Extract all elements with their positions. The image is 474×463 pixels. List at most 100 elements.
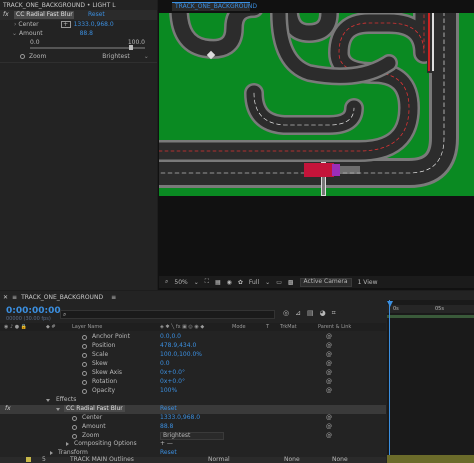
draft-3d-icon[interactable]: ◎ bbox=[283, 309, 289, 318]
stopwatch-icon[interactable] bbox=[82, 371, 87, 376]
effect-name[interactable]: CC Radial Fast Blur bbox=[64, 405, 125, 412]
menu-icon[interactable]: ≡ bbox=[111, 294, 116, 301]
stopwatch-icon[interactable] bbox=[72, 416, 77, 421]
search-input[interactable]: ⌕ bbox=[60, 310, 275, 319]
stopwatch-icon[interactable] bbox=[82, 344, 87, 349]
pickwhip-icon[interactable]: @ bbox=[326, 369, 332, 376]
chevron-down-icon[interactable]: ⌄ bbox=[12, 30, 17, 37]
property-row[interactable]: Rotation 0x+0.0° @ bbox=[0, 378, 386, 387]
transform-reset[interactable]: Reset bbox=[160, 449, 177, 456]
property-value[interactable]: 0x+0.0° bbox=[160, 369, 185, 376]
stopwatch-icon[interactable] bbox=[82, 389, 87, 394]
amount-slider-thumb[interactable] bbox=[128, 45, 133, 50]
layer-trkmat[interactable]: None bbox=[284, 456, 300, 463]
frame-blend-icon[interactable]: ▤ bbox=[307, 309, 314, 318]
effect-reset-link[interactable]: Reset bbox=[88, 11, 105, 18]
viewer-tab[interactable]: TRACK_ONE_BACKGROUND bbox=[172, 2, 257, 11]
property-row[interactable]: Skew 0.0 @ bbox=[0, 360, 386, 369]
pickwhip-icon[interactable]: @ bbox=[326, 414, 332, 421]
transparency-icon[interactable]: ▩ bbox=[288, 279, 294, 286]
pickwhip-icon[interactable]: @ bbox=[326, 333, 332, 340]
property-row[interactable]: Scale 100.0,100.0% @ bbox=[0, 351, 386, 360]
property-value[interactable]: 0.0 bbox=[160, 360, 170, 367]
property-value[interactable]: 100% bbox=[160, 387, 177, 394]
stopwatch-icon[interactable] bbox=[72, 434, 77, 439]
layer-name-col[interactable]: Layer Name bbox=[72, 324, 102, 331]
menu-icon[interactable]: ≡ bbox=[12, 294, 17, 301]
visibility-icon[interactable]: ◉ ♪ ● 🔒 bbox=[4, 324, 27, 331]
fit-icon[interactable]: ⛶ bbox=[205, 278, 209, 286]
work-area-bar[interactable] bbox=[387, 315, 474, 318]
chevron-down-icon[interactable]: ⌄ bbox=[144, 53, 149, 60]
motion-blur-icon[interactable]: ◕ bbox=[320, 309, 326, 318]
layer-bar[interactable] bbox=[387, 455, 474, 463]
amount-slider-track[interactable] bbox=[30, 45, 145, 50]
property-value[interactable]: 478.9,434.0 bbox=[160, 342, 196, 349]
property-row[interactable]: Position 478.9,434.0 @ bbox=[0, 342, 386, 351]
property-value[interactable]: 100.0,100.0% bbox=[160, 351, 202, 358]
zoom-level[interactable]: 50% bbox=[174, 279, 187, 286]
compositing-buttons[interactable]: + — bbox=[160, 440, 173, 447]
parent-col[interactable]: Parent & Link bbox=[318, 324, 351, 331]
pickwhip-icon[interactable]: @ bbox=[326, 378, 332, 385]
property-value[interactable]: 0.0,0.0 bbox=[160, 333, 181, 340]
compositing-row[interactable]: Compositing Options + — bbox=[0, 440, 386, 449]
camera-icon[interactable]: ◉ bbox=[227, 279, 232, 286]
pickwhip-icon[interactable]: @ bbox=[326, 351, 332, 358]
pickwhip-icon[interactable]: @ bbox=[326, 387, 332, 394]
grid-icon[interactable]: ▦ bbox=[215, 279, 221, 286]
playhead[interactable] bbox=[389, 300, 390, 463]
stopwatch-icon[interactable] bbox=[20, 54, 25, 59]
zoom-dropdown[interactable]: Brightest bbox=[102, 53, 129, 60]
color-icon[interactable]: ✿ bbox=[238, 279, 243, 286]
chevron-down-icon[interactable] bbox=[46, 399, 50, 402]
effects-group-row[interactable]: Effects bbox=[0, 396, 386, 405]
trkmat-col[interactable]: TrkMat bbox=[280, 324, 297, 331]
label-color[interactable] bbox=[26, 457, 31, 462]
center-value[interactable]: 1333.0,968.0 bbox=[74, 21, 114, 28]
chevron-down-icon[interactable] bbox=[56, 408, 60, 411]
effect-property-row[interactable]: Amount 88.8 @ bbox=[0, 423, 386, 432]
timecode-display[interactable]: 0:00:00:00 bbox=[6, 306, 61, 316]
effect-row[interactable]: fx CC Radial Fast Blur Reset bbox=[0, 405, 386, 414]
pickwhip-icon[interactable]: @ bbox=[326, 432, 332, 439]
mode-col[interactable]: Mode bbox=[232, 324, 246, 331]
property-row[interactable]: Opacity 100% @ bbox=[0, 387, 386, 396]
fx-icon[interactable]: fx bbox=[5, 405, 11, 412]
camera-dropdown[interactable]: Active Camera bbox=[299, 277, 352, 287]
effect-property-value[interactable]: 1333.0,968.0 bbox=[160, 414, 200, 421]
stopwatch-icon[interactable] bbox=[82, 362, 87, 367]
amount-value[interactable]: 88.8 bbox=[80, 30, 93, 37]
pickwhip-icon[interactable]: @ bbox=[326, 342, 332, 349]
layer-row[interactable]: 5 TRACK MAIN Outlines Normal None None bbox=[0, 456, 386, 463]
chevron-down-icon[interactable]: ⌄ bbox=[194, 279, 199, 286]
close-icon[interactable]: ✕ bbox=[3, 294, 8, 301]
effect-property-row[interactable]: Center 1333.0,968.0 @ bbox=[0, 414, 386, 423]
pickwhip-icon[interactable]: @ bbox=[326, 360, 332, 367]
chevron-right-icon[interactable] bbox=[66, 442, 69, 446]
layer-parent[interactable]: None bbox=[332, 456, 348, 463]
stopwatch-icon[interactable] bbox=[82, 380, 87, 385]
crosshair-icon[interactable]: + bbox=[60, 21, 71, 28]
region-icon[interactable]: ▭ bbox=[276, 279, 282, 286]
stopwatch-icon[interactable] bbox=[82, 353, 87, 358]
layer-mode[interactable]: Normal bbox=[208, 456, 230, 463]
property-row[interactable]: Skew Axis 0x+0.0° @ bbox=[0, 369, 386, 378]
composition-canvas[interactable] bbox=[139, 0, 474, 196]
effect-reset[interactable]: Reset bbox=[160, 405, 177, 412]
timeline-ruler-area[interactable]: 0s 05s bbox=[387, 300, 474, 463]
layer-name[interactable]: TRACK MAIN Outlines bbox=[70, 456, 134, 463]
stopwatch-icon[interactable] bbox=[72, 425, 77, 430]
resolution-dropdown[interactable]: Full bbox=[249, 279, 259, 286]
graph-editor-icon[interactable]: ⌗ bbox=[332, 309, 336, 318]
timeline-tab[interactable]: ✕ ≡ TRACK_ONE_BACKGROUND ≡ bbox=[3, 293, 116, 302]
chevron-down-icon[interactable]: ⌄ bbox=[265, 279, 270, 286]
time-ruler[interactable] bbox=[387, 305, 474, 313]
property-value[interactable]: 0x+0.0° bbox=[160, 378, 185, 385]
magnify-icon[interactable]: ⌕ bbox=[165, 278, 168, 286]
property-row[interactable]: Anchor Point 0.0,0.0 @ bbox=[0, 333, 386, 342]
shy-icon[interactable]: ⊿ bbox=[295, 309, 301, 318]
views-dropdown[interactable]: 1 View bbox=[358, 279, 378, 286]
stopwatch-icon[interactable] bbox=[82, 335, 87, 340]
effect-header-row[interactable]: fx CC Radial Fast Blur Reset bbox=[0, 10, 157, 20]
